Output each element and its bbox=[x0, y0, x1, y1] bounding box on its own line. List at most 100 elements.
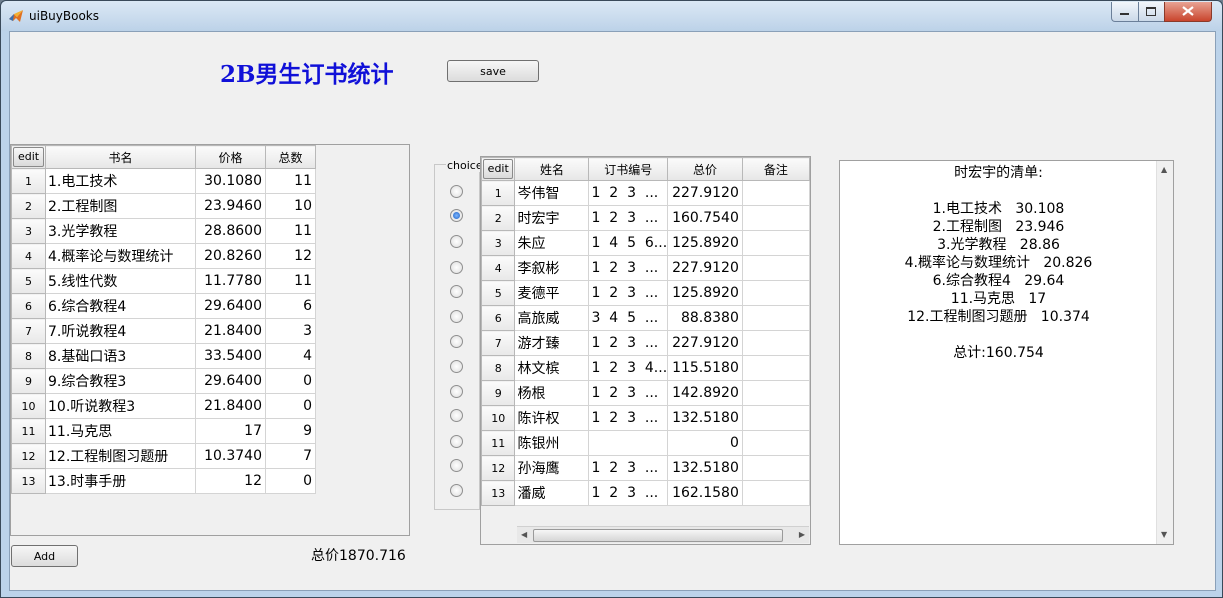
students-row-header[interactable]: 3 bbox=[481, 230, 516, 256]
book-count-cell[interactable]: 0 bbox=[265, 393, 316, 419]
students-row-header[interactable]: 8 bbox=[481, 355, 516, 381]
save-button[interactable]: save bbox=[447, 60, 539, 82]
choice-radio[interactable] bbox=[450, 484, 463, 497]
books-row-header[interactable]: 4 bbox=[11, 243, 46, 269]
book-price-cell[interactable]: 30.1080 bbox=[195, 168, 266, 194]
student-ids-cell[interactable]: 1 2 3 4... bbox=[588, 355, 669, 381]
students-row-header[interactable]: 13 bbox=[481, 480, 516, 506]
student-name-cell[interactable]: 游才臻 bbox=[514, 330, 590, 356]
student-note-cell[interactable] bbox=[741, 380, 810, 406]
student-name-cell[interactable]: 朱应 bbox=[514, 230, 590, 256]
student-total-cell[interactable]: 227.9120 bbox=[667, 180, 743, 206]
books-row[interactable]: 13 13.时事手册 12 0 bbox=[11, 468, 316, 494]
student-note-cell[interactable] bbox=[741, 355, 810, 381]
book-name-cell[interactable]: 4.概率论与数理统计 bbox=[45, 243, 196, 269]
books-row-header[interactable]: 8 bbox=[11, 343, 46, 369]
students-row-header[interactable]: 5 bbox=[481, 280, 516, 306]
students-row[interactable]: 5 麦德平 1 2 3 ... 125.8920 bbox=[481, 280, 810, 306]
scrollbar-thumb[interactable] bbox=[533, 529, 783, 542]
book-price-cell[interactable]: 17 bbox=[195, 418, 266, 444]
books-row-header[interactable]: 6 bbox=[11, 293, 46, 319]
book-count-cell[interactable]: 11 bbox=[265, 218, 316, 244]
title-bar[interactable]: uiBuyBooks bbox=[1, 1, 1222, 31]
choice-radio[interactable] bbox=[450, 335, 463, 348]
students-row[interactable]: 6 高旅威 3 4 5 ... 88.8380 bbox=[481, 305, 810, 331]
student-note-cell[interactable] bbox=[741, 430, 810, 456]
students-row[interactable]: 4 李叙彬 1 2 3 ... 227.9120 bbox=[481, 255, 810, 281]
students-row[interactable]: 2 时宏宇 1 2 3 ... 160.7540 bbox=[481, 205, 810, 231]
students-col-name[interactable]: 姓名 bbox=[514, 157, 590, 181]
book-count-cell[interactable]: 4 bbox=[265, 343, 316, 369]
student-ids-cell[interactable]: 1 2 3 ... bbox=[588, 280, 669, 306]
student-ids-cell[interactable]: 3 4 5 ... bbox=[588, 305, 669, 331]
books-col-price[interactable]: 价格 bbox=[195, 145, 266, 169]
choice-radio[interactable] bbox=[450, 285, 463, 298]
student-note-cell[interactable] bbox=[741, 405, 810, 431]
book-name-cell[interactable]: 11.马克思 bbox=[45, 418, 196, 444]
book-count-cell[interactable]: 0 bbox=[265, 468, 316, 494]
scroll-down-icon[interactable]: ▼ bbox=[1161, 530, 1167, 540]
book-price-cell[interactable]: 21.8400 bbox=[195, 393, 266, 419]
books-row[interactable]: 1 1.电工技术 30.1080 11 bbox=[11, 168, 316, 194]
add-button[interactable]: Add bbox=[11, 545, 78, 567]
book-name-cell[interactable]: 12.工程制图习题册 bbox=[45, 443, 196, 469]
student-name-cell[interactable]: 杨根 bbox=[514, 380, 590, 406]
students-row-header[interactable]: 2 bbox=[481, 205, 516, 231]
student-name-cell[interactable]: 孙海鹰 bbox=[514, 455, 590, 481]
books-row[interactable]: 6 6.综合教程4 29.6400 6 bbox=[11, 293, 316, 319]
books-row[interactable]: 5 5.线性代数 11.7780 11 bbox=[11, 268, 316, 294]
students-row[interactable]: 7 游才臻 1 2 3 ... 227.9120 bbox=[481, 330, 810, 356]
student-ids-cell[interactable]: 1 2 3 ... bbox=[588, 380, 669, 406]
student-total-cell[interactable]: 162.1580 bbox=[667, 480, 743, 506]
book-count-cell[interactable]: 9 bbox=[265, 418, 316, 444]
books-row-header[interactable]: 5 bbox=[11, 268, 46, 294]
choice-radio[interactable] bbox=[450, 261, 463, 274]
book-count-cell[interactable]: 3 bbox=[265, 318, 316, 344]
book-name-cell[interactable]: 5.线性代数 bbox=[45, 268, 196, 294]
students-edit-button[interactable]: edit bbox=[483, 159, 514, 179]
book-count-cell[interactable]: 11 bbox=[265, 268, 316, 294]
student-note-cell[interactable] bbox=[741, 205, 810, 231]
students-row-header[interactable]: 11 bbox=[481, 430, 516, 456]
student-ids-cell[interactable]: 1 2 3 ... bbox=[588, 480, 669, 506]
students-row-header[interactable]: 4 bbox=[481, 255, 516, 281]
choice-radio[interactable] bbox=[450, 310, 463, 323]
students-row[interactable]: 13 潘威 1 2 3 ... 162.1580 bbox=[481, 480, 810, 506]
books-row[interactable]: 2 2.工程制图 23.9460 10 bbox=[11, 193, 316, 219]
book-name-cell[interactable]: 8.基础口语3 bbox=[45, 343, 196, 369]
scroll-up-icon[interactable]: ▲ bbox=[1161, 165, 1167, 175]
book-price-cell[interactable]: 21.8400 bbox=[195, 318, 266, 344]
book-name-cell[interactable]: 7.听说教程4 bbox=[45, 318, 196, 344]
students-row[interactable]: 1 岑伟智 1 2 3 ... 227.9120 bbox=[481, 180, 810, 206]
student-ids-cell[interactable] bbox=[588, 430, 669, 456]
choice-radio[interactable] bbox=[450, 435, 463, 448]
students-row[interactable]: 10 陈许权 1 2 3 ... 132.5180 bbox=[481, 405, 810, 431]
student-ids-cell[interactable]: 1 2 3 ... bbox=[588, 330, 669, 356]
student-name-cell[interactable]: 高旅威 bbox=[514, 305, 590, 331]
students-row[interactable]: 11 陈银州 0 bbox=[481, 430, 810, 456]
student-total-cell[interactable]: 227.9120 bbox=[667, 330, 743, 356]
student-total-cell[interactable]: 132.5180 bbox=[667, 455, 743, 481]
students-col-note[interactable]: 备注 bbox=[741, 157, 810, 181]
student-total-cell[interactable]: 125.8920 bbox=[667, 230, 743, 256]
students-row-header[interactable]: 10 bbox=[481, 405, 516, 431]
books-row-header[interactable]: 12 bbox=[11, 443, 46, 469]
students-h-scrollbar[interactable]: ◀ ▶ bbox=[517, 526, 809, 543]
book-name-cell[interactable]: 9.综合教程3 bbox=[45, 368, 196, 394]
student-note-cell[interactable] bbox=[741, 305, 810, 331]
student-note-cell[interactable] bbox=[741, 255, 810, 281]
student-note-cell[interactable] bbox=[741, 330, 810, 356]
student-note-cell[interactable] bbox=[741, 455, 810, 481]
books-row-header[interactable]: 9 bbox=[11, 368, 46, 394]
books-row-header[interactable]: 10 bbox=[11, 393, 46, 419]
book-count-cell[interactable]: 12 bbox=[265, 243, 316, 269]
student-total-cell[interactable]: 227.9120 bbox=[667, 255, 743, 281]
books-row[interactable]: 4 4.概率论与数理统计 20.8260 12 bbox=[11, 243, 316, 269]
books-row-header[interactable]: 11 bbox=[11, 418, 46, 444]
book-name-cell[interactable]: 10.听说教程3 bbox=[45, 393, 196, 419]
students-row[interactable]: 3 朱应 1 4 5 6... 125.8920 bbox=[481, 230, 810, 256]
student-total-cell[interactable]: 142.8920 bbox=[667, 380, 743, 406]
books-row[interactable]: 9 9.综合教程3 29.6400 0 bbox=[11, 368, 316, 394]
choice-radio[interactable] bbox=[450, 409, 463, 422]
book-count-cell[interactable]: 6 bbox=[265, 293, 316, 319]
